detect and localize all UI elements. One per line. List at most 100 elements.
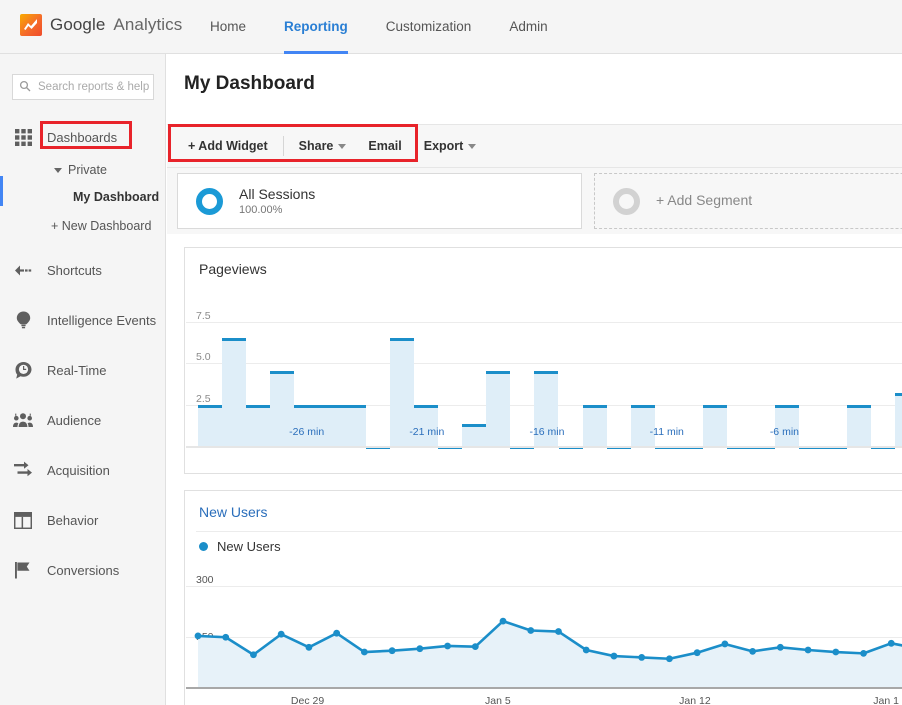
bar-fill — [486, 371, 511, 446]
bar-cap — [702, 404, 727, 408]
bar-cap — [294, 404, 319, 408]
x-axis-tick-label: -16 min — [529, 426, 565, 438]
bar-cap — [846, 404, 871, 408]
bar-cap — [630, 404, 655, 408]
x-axis-tick-label: -21 min — [409, 426, 445, 438]
bar-cap — [774, 404, 799, 408]
topnav-item-customization[interactable]: Customization — [386, 0, 472, 54]
bar-cap — [486, 371, 511, 375]
widget-title-new-users[interactable]: New Users — [199, 504, 267, 520]
donut-icon — [613, 187, 640, 215]
search-box[interactable] — [12, 74, 158, 100]
sidebar-item-audience[interactable]: Audience — [0, 405, 166, 435]
caret-down-icon — [54, 167, 62, 173]
add-widget-label: + Add Widget — [188, 139, 268, 153]
dashboard-toolbar: + Add Widget Share Email Export — [167, 124, 902, 168]
gridline — [186, 363, 902, 365]
x-axis-tick-label: Jan 5 — [485, 695, 511, 705]
brand-logo-group[interactable]: Google Analytics — [20, 14, 182, 36]
page-title: My Dashboard — [184, 73, 315, 94]
export-label: Export — [423, 139, 464, 153]
sidebar-item-intelligence-events[interactable]: Intelligence Events — [0, 305, 166, 335]
add-segment-button[interactable]: + Add Segment — [594, 173, 902, 229]
gridline — [186, 321, 902, 323]
bar-fill — [702, 404, 727, 446]
search-icon — [19, 80, 31, 95]
sidebar-group-label-private: Private — [68, 163, 107, 177]
main-content: My Dashboard + Add Widget Share Email Ex… — [167, 54, 902, 705]
segment-title: All Sessions — [239, 185, 316, 202]
email-label: Email — [368, 139, 402, 153]
add-widget-button[interactable]: + Add Widget — [177, 139, 279, 153]
clock-icon — [10, 361, 36, 380]
sidebar-item-dashboards[interactable]: Dashboards — [0, 122, 166, 152]
sidebar-item-label-shortcuts: Shortcuts — [47, 262, 102, 278]
y-axis-tick-label: 2.5 — [196, 392, 211, 405]
y-axis-tick-label: 7.5 — [196, 309, 211, 322]
sidebar-item-shortcuts[interactable]: Shortcuts — [0, 255, 166, 285]
x-axis-tick-label: Jan 12 — [679, 695, 711, 705]
sidebar-item-label-new-dashboard: + New Dashboard — [51, 219, 152, 233]
bar-cap — [894, 392, 902, 396]
bar-cap — [414, 404, 439, 408]
x-axis-tick-label: -6 min — [769, 426, 799, 438]
bar-fill — [582, 404, 607, 446]
search-input[interactable] — [36, 80, 158, 94]
brand-name-primary: Google — [50, 15, 106, 34]
legend-dot-icon — [199, 542, 208, 551]
x-axis-tick-label: Dec 29 — [290, 695, 325, 705]
sidebar-item-behavior[interactable]: Behavior — [0, 505, 166, 535]
share-button[interactable]: Share — [288, 139, 358, 153]
bar-cap — [534, 371, 559, 375]
segment-all-sessions[interactable]: All Sessions 100.00% — [177, 173, 582, 229]
sidebar-item-conversions[interactable]: Conversions — [0, 555, 166, 585]
top-bar: Google Analytics Home Reporting Customiz… — [0, 0, 902, 54]
flag-icon — [10, 561, 36, 579]
bar-cap — [270, 371, 295, 375]
toolbar-divider — [282, 136, 284, 156]
sidebar-item-real-time[interactable]: Real-Time — [0, 355, 166, 385]
lightbulb-icon — [10, 311, 36, 330]
brand-name-secondary: Analytics — [113, 15, 183, 34]
sidebar-item-label-acquisition: Acquisition — [47, 462, 110, 478]
sidebar-item-label-my-dashboard: My Dashboard — [73, 190, 160, 204]
share-label: Share — [298, 139, 334, 153]
x-axis-tick-label: -11 min — [649, 426, 684, 438]
sidebar-item-label-behavior: Behavior — [47, 512, 99, 528]
sidebar-item-label-conversions: Conversions — [47, 562, 120, 578]
topnav-item-home[interactable]: Home — [210, 0, 246, 54]
bar-cap — [462, 424, 487, 428]
chart-baseline — [186, 446, 902, 448]
widget-divider — [196, 531, 902, 532]
bar-fill — [246, 404, 271, 446]
topnav-item-reporting[interactable]: Reporting — [284, 0, 348, 54]
bar-fill — [894, 392, 902, 446]
x-axis-tick-label: -26 min — [289, 426, 325, 438]
bar-cap — [318, 404, 343, 408]
chart-legend: New Users — [199, 539, 281, 554]
sidebar-item-label-intelligence-events: Intelligence Events — [47, 312, 157, 328]
sidebar-item-label-dashboards: Dashboards — [47, 129, 118, 145]
segment-percent: 100.00% — [239, 204, 283, 217]
sidebar-item-label-real-time: Real-Time — [47, 362, 107, 378]
top-navigation: Home Reporting Customization Admin — [210, 0, 548, 54]
bar-fill — [462, 424, 487, 446]
sidebar-item-acquisition[interactable]: Acquisition — [0, 455, 166, 485]
segment-bar: All Sessions 100.00% + Add Segment — [167, 168, 902, 234]
bar-cap — [222, 338, 247, 342]
topnav-item-admin[interactable]: Admin — [509, 0, 547, 54]
people-icon — [10, 412, 36, 428]
y-axis-tick-label: 5.0 — [196, 351, 211, 364]
caret-down-icon — [338, 143, 347, 149]
sidebar-item-label-audience: Audience — [47, 412, 102, 428]
widget-new-users: New Users New Users 150300Dec 29Jan 5Jan… — [184, 490, 902, 705]
analytics-logo-icon — [20, 14, 42, 36]
bar-fill — [198, 404, 223, 446]
email-button[interactable]: Email — [357, 139, 412, 153]
arrow-left-dashed-icon — [10, 264, 36, 277]
export-button[interactable]: Export — [413, 139, 488, 153]
legend-label-new-users: New Users — [217, 539, 281, 554]
widget-title-pageviews: Pageviews — [199, 261, 267, 277]
bar-cap — [342, 404, 367, 408]
chart-baseline — [186, 687, 902, 689]
